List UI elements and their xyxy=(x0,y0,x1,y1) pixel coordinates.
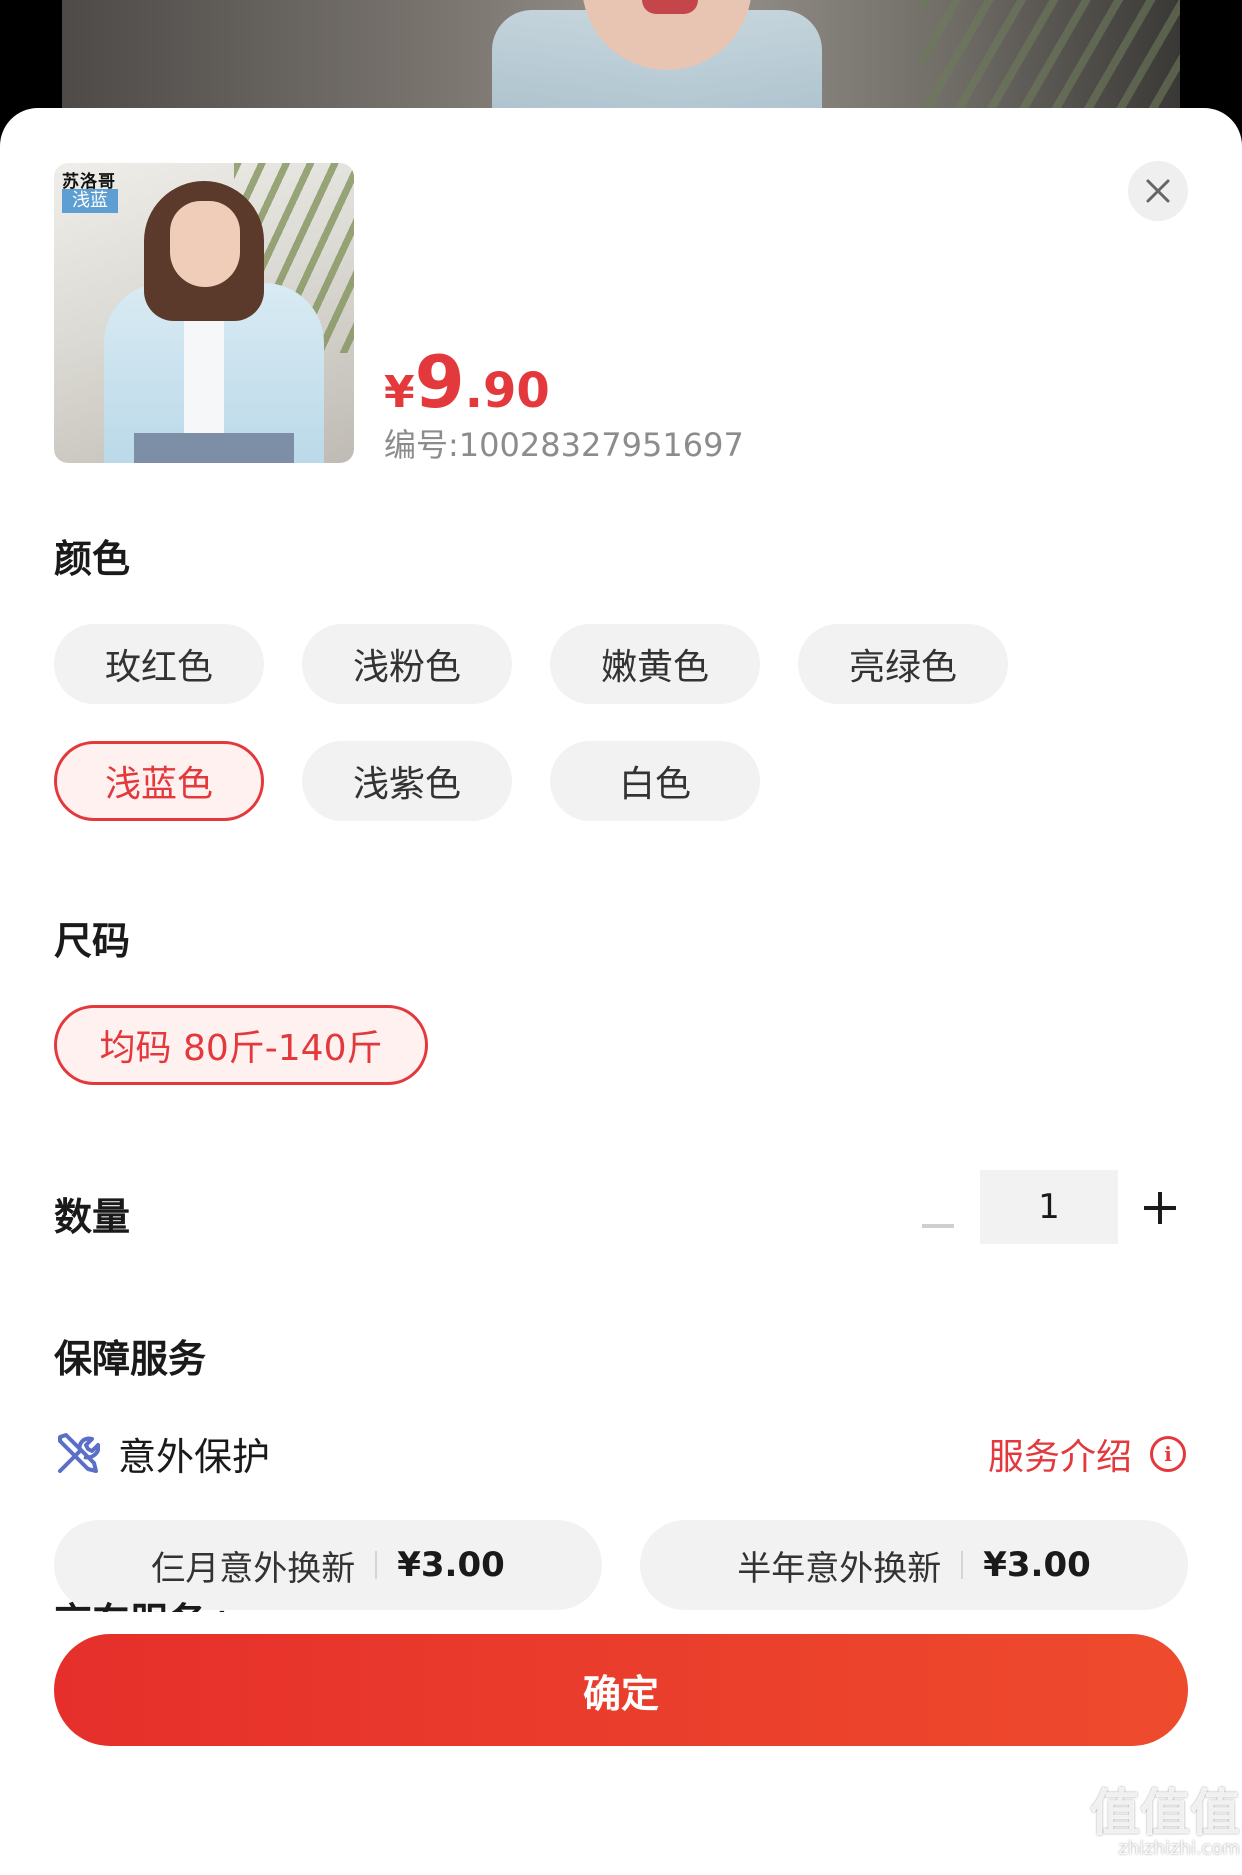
price-integer: 9 xyxy=(414,340,465,424)
three-month-replacement-option[interactable]: 仨月意外换新 ¥3.00 xyxy=(54,1520,602,1610)
option-price: ¥3.00 xyxy=(397,1545,505,1585)
site-watermark: 值值值 zhizhizhi.com xyxy=(1090,1788,1240,1858)
protection-section-title: 保障服务 xyxy=(54,1337,207,1381)
price-decimal: .90 xyxy=(464,363,550,419)
divider xyxy=(961,1551,964,1579)
quantity-increase-button[interactable] xyxy=(1140,1188,1180,1228)
accident-protection-label: 意外保护 xyxy=(118,1435,271,1479)
service-intro-link[interactable]: 服务介绍 i xyxy=(988,1428,1187,1480)
service-intro-label: 服务介绍 xyxy=(988,1437,1133,1478)
price: ¥9.90 xyxy=(384,340,550,424)
close-button[interactable] xyxy=(1128,161,1188,221)
minus-icon xyxy=(922,1224,954,1228)
sku-number: 编号:10028327951697 xyxy=(384,426,744,464)
product-thumbnail[interactable]: 苏洛哥 浅蓝 xyxy=(54,163,354,463)
color-option-light-purple[interactable]: 浅紫色 xyxy=(302,741,512,821)
color-section-title: 颜色 xyxy=(54,537,131,581)
info-icon: i xyxy=(1150,1436,1187,1472)
watermark-url: zhizhizhi.com xyxy=(1118,1838,1240,1859)
color-option-bright-green[interactable]: 亮绿色 xyxy=(798,624,1008,704)
tools-icon xyxy=(58,1432,100,1473)
option-price: ¥3.00 xyxy=(983,1545,1091,1585)
close-icon xyxy=(1146,179,1170,203)
option-name: 仨月意外换新 xyxy=(151,1548,356,1589)
half-year-replacement-option[interactable]: 半年意外换新 ¥3.00 xyxy=(640,1520,1188,1610)
watermark-text: 值值值 xyxy=(1090,1784,1240,1842)
color-option-white[interactable]: 白色 xyxy=(550,741,760,821)
accident-protection-row: 意外保护 xyxy=(54,1426,270,1481)
quantity-decrease-button[interactable] xyxy=(918,1206,958,1246)
size-option-one-size[interactable]: 均码 80斤-140斤 xyxy=(54,1005,428,1085)
price-currency: ¥ xyxy=(384,367,415,418)
color-option-light-pink[interactable]: 浅粉色 xyxy=(302,624,512,704)
quantity-section-title: 数量 xyxy=(54,1195,131,1239)
color-option-light-yellow[interactable]: 嫩黄色 xyxy=(550,624,760,704)
option-name: 半年意外换新 xyxy=(737,1548,942,1589)
quantity-value[interactable]: 1 xyxy=(980,1170,1118,1244)
color-option-rose-red[interactable]: 玫红色 xyxy=(54,624,264,704)
thumbnail-color-tag: 浅蓝 xyxy=(62,189,118,213)
confirm-button[interactable]: 确定 xyxy=(54,1634,1188,1746)
size-section-title: 尺码 xyxy=(54,919,131,963)
color-option-light-blue[interactable]: 浅蓝色 xyxy=(54,741,264,821)
divider xyxy=(375,1551,378,1579)
